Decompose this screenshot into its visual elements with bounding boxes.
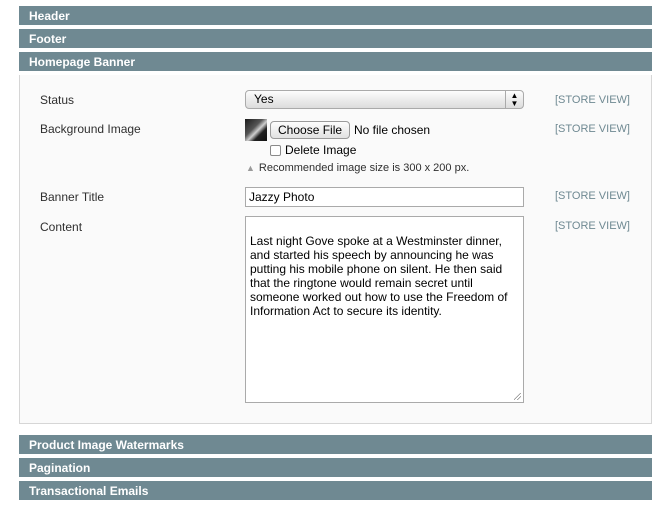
status-scope: [STORE VIEW] xyxy=(555,94,630,106)
banner-title-scope: [STORE VIEW] xyxy=(555,190,630,202)
section-header-transactional-emails[interactable]: Transactional Emails xyxy=(19,481,652,501)
resize-grip-icon[interactable] xyxy=(514,393,521,400)
content-scope: [STORE VIEW] xyxy=(555,220,630,232)
note-triangle-icon: ▲ xyxy=(246,163,255,173)
delete-image-checkbox[interactable] xyxy=(270,145,281,156)
select-arrows-icon: ▲ ▼ xyxy=(505,91,523,108)
section-header-product-image-watermarks[interactable]: Product Image Watermarks xyxy=(19,435,652,455)
content-textarea[interactable]: Last night Gove spoke at a Westminster d… xyxy=(245,216,524,403)
status-label: Status xyxy=(40,93,75,107)
image-size-note-text: Recommended image size is 300 x 200 px. xyxy=(258,162,470,174)
file-status-text: No file chosen xyxy=(354,123,431,137)
background-image-scope: [STORE VIEW] xyxy=(555,123,630,135)
content-label: Content xyxy=(40,220,83,234)
delete-image-label[interactable]: Delete Image xyxy=(285,143,356,157)
background-image-label: Background Image xyxy=(40,122,141,136)
choose-file-button[interactable]: Choose File xyxy=(270,121,351,139)
banner-title-label: Banner Title xyxy=(40,190,105,204)
section-header-footer[interactable]: Footer xyxy=(19,29,652,49)
section-header-pagination[interactable]: Pagination xyxy=(19,458,652,478)
image-size-note: ▲ Recommended image size is 300 x 200 px. xyxy=(246,162,469,174)
section-header-homepage-banner[interactable]: Homepage Banner xyxy=(19,52,652,72)
banner-title-input[interactable]: Jazzy Photo xyxy=(245,187,524,207)
status-select[interactable]: Yes ▲ ▼ xyxy=(245,90,524,109)
background-image-thumbnail[interactable] xyxy=(245,119,267,141)
status-selected-value: Yes xyxy=(254,92,274,106)
section-header-header[interactable]: Header xyxy=(19,6,652,26)
content-text: Last night Gove spoke at a Westminster d… xyxy=(250,234,508,318)
